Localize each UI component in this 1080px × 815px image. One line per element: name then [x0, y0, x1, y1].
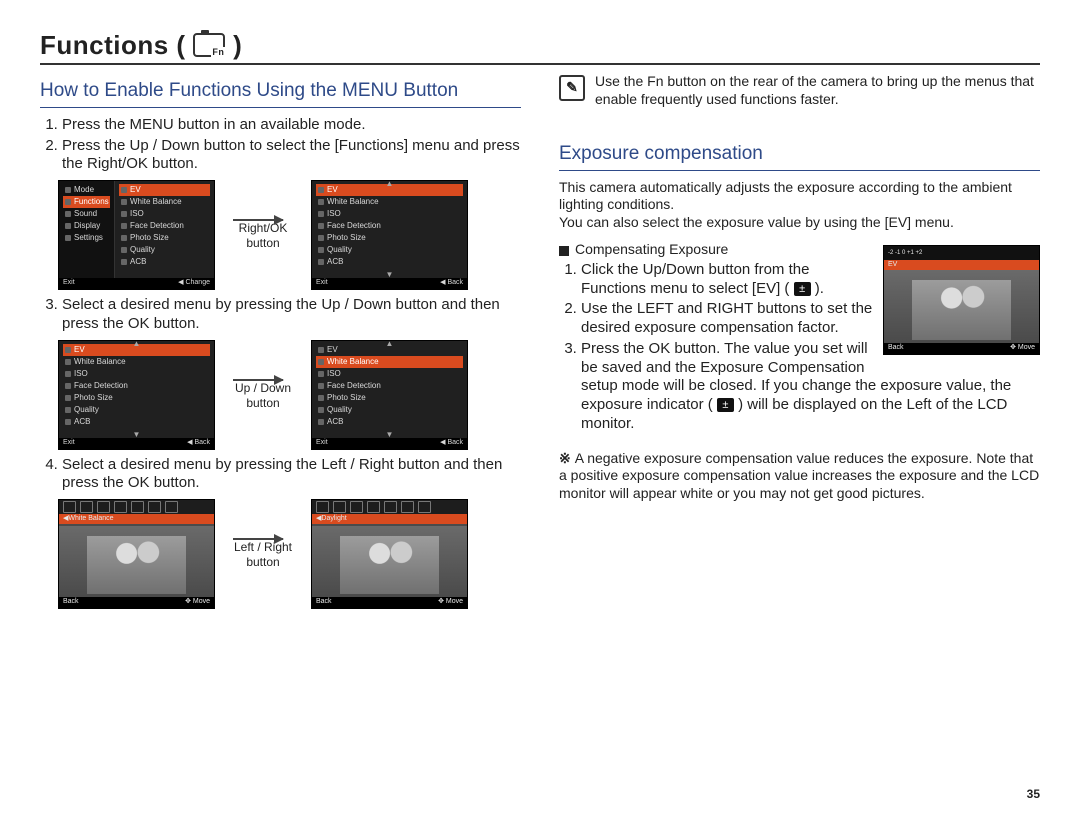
ev-icon: ± — [794, 282, 811, 296]
page-number: 35 — [1027, 787, 1040, 801]
step-4: Select a desired menu by pressing the Le… — [62, 456, 521, 494]
reference-mark-icon: ※ — [559, 450, 571, 466]
menu-screenshot-ev: ▲ EV White Balance ISO Face Detection Ph… — [58, 340, 215, 450]
right-subrule — [559, 170, 1040, 171]
caption-updown: Up / Down button — [229, 381, 297, 411]
square-bullet-icon — [559, 246, 569, 256]
note-icon: ✎ — [559, 75, 585, 101]
step-2: Press the Up / Down button to select the… — [62, 137, 521, 175]
right-column: ✎ Use the Fn button on the rear of the c… — [559, 73, 1040, 615]
title-close: ) — [233, 30, 242, 60]
note-text: Use the Fn button on the rear of the cam… — [595, 73, 1040, 108]
arrow-icon — [233, 538, 283, 540]
figure-row-1: Mode Functions Sound Display Settings EV… — [58, 180, 521, 290]
footnote: ※A negative exposure compensation value … — [559, 450, 1040, 503]
title-text: Functions ( — [40, 30, 186, 60]
caption-leftright: Left / Right button — [229, 540, 297, 570]
step-3: Select a desired menu by pressing the Up… — [62, 296, 521, 334]
step-1: Press the MENU button in an available mo… — [62, 116, 521, 135]
arrow-icon — [233, 219, 283, 221]
camera-fn-icon — [193, 33, 225, 57]
intro-1: This camera automatically adjusts the ex… — [559, 179, 1040, 214]
menu-screenshot-functions: ▲ EV White Balance ISO Face Detection Ph… — [311, 180, 468, 290]
left-subheading: How to Enable Functions Using the MENU B… — [40, 79, 521, 103]
right-subheading: Exposure compensation — [559, 142, 1040, 166]
arrow-icon — [233, 379, 283, 381]
figure-row-3: ◀ White Balance Back✥ Move Left / Right … — [58, 499, 521, 609]
steps-list-b: Select a desired menu by pressing the Up… — [40, 296, 521, 334]
left-subrule — [40, 107, 521, 108]
steps-list-a: Press the MENU button in an available mo… — [40, 116, 521, 174]
note-box: ✎ Use the Fn button on the rear of the c… — [559, 73, 1040, 108]
photo-screenshot-daylight: ◀ Daylight Back✥ Move — [311, 499, 468, 609]
left-column: How to Enable Functions Using the MENU B… — [40, 73, 521, 615]
photo-screenshot-ev: -2 -1 0 +1 +2 EV Back✥ Move — [883, 245, 1040, 355]
intro-2: You can also select the exposure value b… — [559, 214, 1040, 232]
photo-screenshot-wb: ◀ White Balance Back✥ Move — [58, 499, 215, 609]
page-title: Functions ( ) — [40, 30, 1040, 61]
menu-screenshot-sidebar: Mode Functions Sound Display Settings EV… — [58, 180, 215, 290]
menu-screenshot-wb-selected: ▲ EV White Balance ISO Face Detection Ph… — [311, 340, 468, 450]
steps-list-c: Select a desired menu by pressing the Le… — [40, 456, 521, 494]
title-rule — [40, 63, 1040, 65]
ev-icon: ± — [717, 398, 734, 412]
figure-row-2: ▲ EV White Balance ISO Face Detection Ph… — [58, 340, 521, 450]
caption-rightok: Right/OK button — [229, 221, 297, 251]
